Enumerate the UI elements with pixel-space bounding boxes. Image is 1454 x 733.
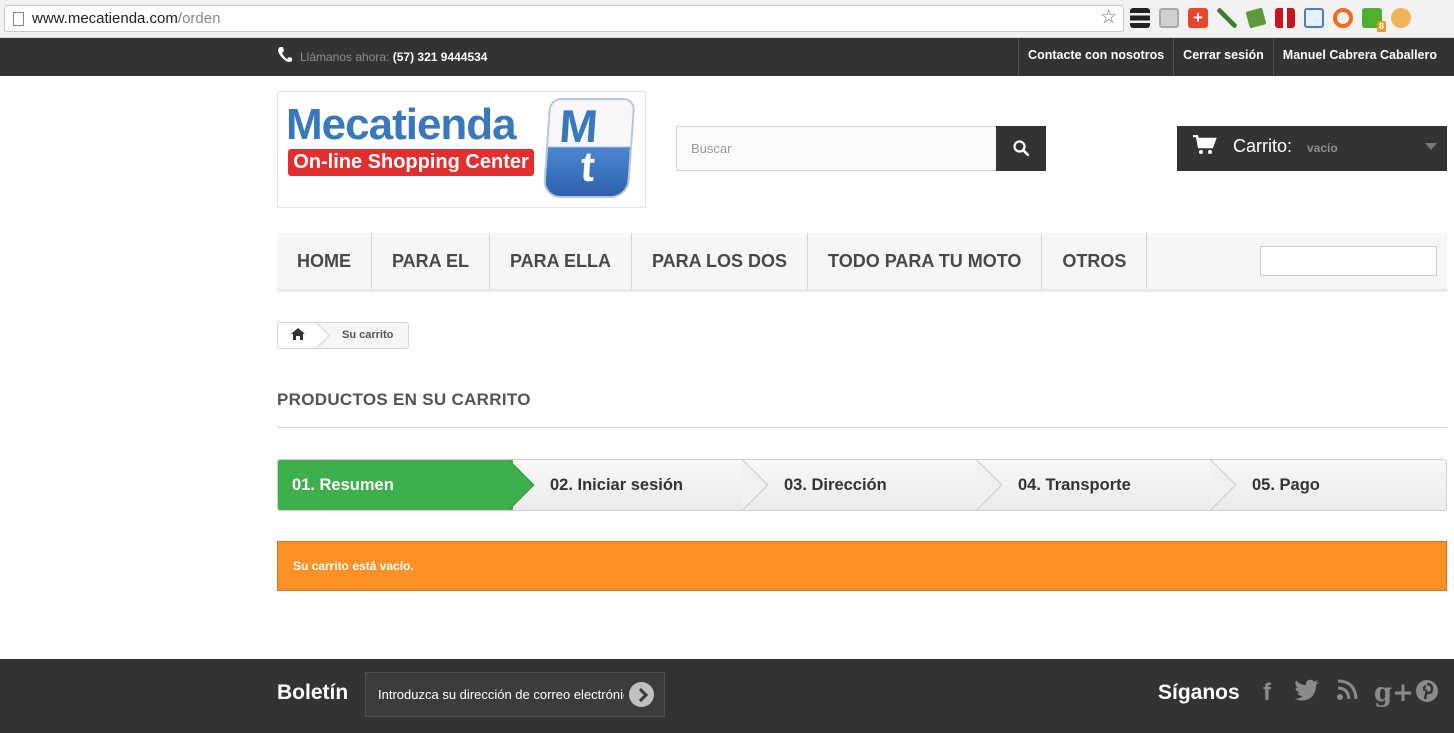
logout-link[interactable]: Cerrar sesión	[1173, 38, 1273, 76]
breadcrumb-current: Su carrito	[342, 329, 394, 341]
footer: Boletín Síganos f g+	[0, 659, 1454, 733]
page-icon	[13, 12, 24, 26]
menu-item-para-ella[interactable]: PARA ELLA	[490, 233, 633, 289]
loop-extension-icon[interactable]	[1333, 8, 1353, 28]
extension-toolbar: + 8	[1130, 7, 1411, 32]
step-divider	[717, 460, 769, 510]
address-bar[interactable]: www.mecatienda.com/orden ☆	[4, 5, 1124, 32]
stack-extension-icon[interactable]	[1245, 7, 1267, 29]
cart-label: Carrito:	[1233, 136, 1293, 156]
menu-item-otros[interactable]: OTROS	[1042, 233, 1148, 289]
phone-number: (57) 321 9444534	[392, 50, 488, 64]
social-links: f g+	[1254, 679, 1440, 707]
search-icon	[1013, 140, 1029, 156]
url-text[interactable]: www.mecatienda.com/orden	[32, 10, 220, 27]
twitter-icon[interactable]	[1294, 679, 1320, 707]
newsletter-box	[365, 672, 665, 717]
plus-extension-icon[interactable]: +	[1188, 8, 1208, 28]
menu-item-para-los-dos[interactable]: PARA LOS DOS	[632, 233, 809, 289]
heading-divider	[277, 427, 1447, 428]
logo-mark-icon: M t	[542, 98, 636, 198]
notification-extension-icon[interactable]: 8	[1362, 8, 1386, 32]
page: { "browser": { "url_host": "www.mecatien…	[0, 0, 1454, 733]
step-divider	[1185, 460, 1237, 510]
contact-link[interactable]: Contacte con nosotros	[1018, 38, 1173, 76]
bookmark-star-icon[interactable]: ☆	[1100, 8, 1117, 28]
empty-cart-alert: Su carrito está vacío.	[277, 541, 1447, 591]
step-summary[interactable]: 01. Resumen	[278, 460, 513, 510]
menu-item-todo-para-tu-moto[interactable]: TODO PARA TU MOTO	[808, 233, 1043, 289]
logo-tagline: On-line Shopping Center	[288, 149, 534, 176]
pinterest-icon[interactable]	[1414, 679, 1440, 707]
logo-mark-t: t	[579, 143, 597, 190]
account-link[interactable]: Manuel Cabrera Caballero	[1272, 38, 1446, 76]
cookie-extension-icon[interactable]	[1391, 8, 1411, 28]
step-login[interactable]: 02. Iniciar sesión	[550, 460, 683, 510]
search-button[interactable]	[996, 126, 1046, 171]
chevron-down-icon	[1425, 143, 1437, 150]
home-icon[interactable]	[290, 327, 306, 341]
menu-item-para-el[interactable]: PARA EL	[372, 233, 491, 289]
folder-extension-icon[interactable]	[1304, 8, 1324, 28]
cart-icon	[1193, 134, 1217, 161]
breadcrumb: Su carrito	[277, 322, 409, 349]
store-logo[interactable]: Mecatienda On-line Shopping Center M t	[277, 91, 646, 208]
extension-icon[interactable]	[1159, 8, 1179, 28]
newsletter-email-input[interactable]	[366, 673, 624, 716]
checkout-steps: 01. Resumen 02. Iniciar sesión 03. Direc…	[277, 459, 1447, 511]
facebook-icon[interactable]: f	[1254, 679, 1280, 707]
rss-icon[interactable]	[1334, 679, 1360, 707]
step-address[interactable]: 03. Dirección	[784, 460, 887, 510]
step-summary-label: 01. Resumen	[292, 476, 394, 494]
search-box	[676, 126, 997, 171]
step-shipping[interactable]: 04. Transporte	[1018, 460, 1131, 510]
cart-status: vacío	[1307, 141, 1338, 155]
pdf-extension-icon[interactable]	[1275, 8, 1295, 28]
menu-search-input[interactable]	[1260, 246, 1437, 276]
newsletter-submit-button[interactable]	[629, 682, 654, 707]
google-plus-icon[interactable]: g+	[1374, 679, 1414, 707]
search-input[interactable]	[677, 127, 996, 170]
newsletter-title: Boletín	[277, 681, 349, 704]
page-title: PRODUCTOS EN SU CARRITO	[277, 390, 531, 409]
browser-toolbar: www.mecatienda.com/orden ☆ + 8	[0, 0, 1454, 38]
layers-extension-icon[interactable]	[1130, 8, 1150, 28]
top-bar: Llámanos ahora: (57) 321 9444534 Contact…	[0, 38, 1454, 76]
call-label: Llámanos ahora:	[300, 50, 393, 64]
top-links: Contacte con nosotros Cerrar sesión Manu…	[1018, 38, 1446, 76]
phone-icon	[277, 46, 293, 64]
url-path: /orden	[177, 10, 221, 27]
step-payment[interactable]: 05. Pago	[1252, 460, 1320, 510]
follow-us-title: Síganos	[1158, 681, 1240, 704]
cart-block[interactable]: Carrito: vacío	[1177, 126, 1447, 171]
url-host: www.mecatienda.com	[32, 10, 178, 27]
logo-wordmark: Mecatienda	[286, 100, 517, 149]
step-divider	[951, 460, 1003, 510]
menu-item-home[interactable]: HOME	[277, 233, 372, 289]
notification-badge: 8	[1376, 21, 1386, 32]
call-us-text: Llámanos ahora: (57) 321 9444534	[300, 50, 487, 64]
eyedropper-extension-icon[interactable]	[1217, 8, 1237, 28]
